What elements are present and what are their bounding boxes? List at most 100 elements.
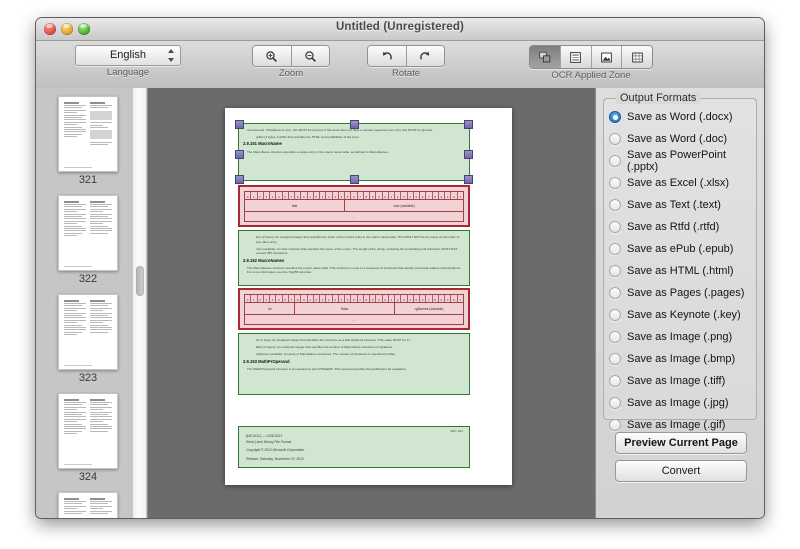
table-cell: ibst	[245, 200, 346, 211]
table-zone-1[interactable]: 01234567891012345678920123456789301 ibst…	[238, 185, 470, 227]
table-grid-icon	[631, 52, 643, 62]
doc-line: iMac (2 bytes): An unsigned integer that…	[256, 345, 394, 350]
zoom-group: Zoom	[241, 45, 341, 79]
radio-indicator[interactable]	[609, 133, 621, 145]
format-radio-10[interactable]: Save as Image (.png)	[609, 326, 752, 348]
table-cell: rgNames (variable)	[414, 306, 444, 311]
radio-indicator[interactable]	[609, 243, 621, 255]
rotate-right-button[interactable]	[405, 46, 444, 66]
rotate-group: Rotate	[356, 45, 456, 79]
page-thumbnail[interactable]	[58, 294, 118, 370]
format-radio-5[interactable]: Save as Rtfd (.rtfd)	[609, 216, 752, 238]
radio-indicator[interactable]	[609, 375, 621, 387]
resize-handle-se[interactable]	[464, 175, 473, 184]
bit-tick: 1	[459, 297, 461, 302]
format-radio-7[interactable]: Save as HTML (.html)	[609, 260, 752, 282]
list-item[interactable]: 325	[36, 492, 140, 518]
zoom-label: Zoom	[278, 68, 304, 79]
radio-indicator[interactable]	[609, 397, 621, 409]
field-row: ch iMac rgNames (variable)	[244, 302, 464, 315]
doc-line: grfhic (1 byte): A grfhic that specifies…	[256, 135, 360, 140]
page-thumbnail[interactable]	[58, 96, 118, 172]
format-radio-6[interactable]: Save as ePub (.epub)	[609, 238, 752, 260]
text-zone-3[interactable]: ch (1 byte): An unsigned integer that id…	[238, 333, 470, 395]
format-radio-3[interactable]: Save as Excel (.xlsx)	[609, 172, 752, 194]
radio-indicator[interactable]	[609, 199, 621, 211]
document-canvas[interactable]: corresponds. If fNoReset is zero, this M…	[148, 88, 595, 518]
list-item[interactable]: 321	[36, 96, 140, 186]
desktop-background: Untitled (Unregistered) English Language	[0, 0, 800, 549]
language-select[interactable]: English	[75, 45, 181, 66]
zone-select-tool[interactable]	[530, 46, 560, 68]
resize-handle-e[interactable]	[464, 150, 473, 159]
resize-handle-nw[interactable]	[235, 120, 244, 129]
format-radio-label: Save as Excel (.xlsx)	[627, 177, 730, 189]
table-cell: iMac	[295, 303, 396, 314]
overlapping-rectangles-icon	[539, 51, 551, 62]
footer-zone[interactable]: 390 / 921 [MS-DOC] — v20101113 Word (.do…	[238, 426, 470, 468]
format-radio-4[interactable]: Save as Text (.text)	[609, 194, 752, 216]
radio-indicator[interactable]	[609, 221, 621, 233]
zoom-in-button[interactable]	[253, 46, 291, 66]
document-page[interactable]: corresponds. If fNoReset is zero, this M…	[225, 108, 512, 485]
format-radio-12[interactable]: Save as Image (.tiff)	[609, 370, 752, 392]
bit-field-table: 01234567891012345678920123456789301 ch i…	[244, 294, 464, 325]
format-radio-label: Save as Word (.doc)	[627, 133, 728, 145]
page-number-label: 390 / 921	[450, 428, 463, 433]
radio-indicator[interactable]	[609, 309, 621, 321]
format-radio-13[interactable]: Save as Image (.jpg)	[609, 392, 752, 414]
radio-indicator[interactable]	[609, 419, 621, 431]
rotate-left-button[interactable]	[368, 46, 406, 66]
radio-indicator[interactable]	[609, 111, 621, 123]
list-item[interactable]: 322	[36, 195, 140, 285]
ocr-zone-label: OCR Applied Zone	[551, 70, 631, 81]
resize-handle-s[interactable]	[350, 175, 359, 184]
thumbnail-page-number: 323	[78, 372, 98, 384]
stepper-arrows-icon	[167, 49, 174, 62]
doc-line: ch (1 byte): An unsigned integer that id…	[256, 338, 411, 342]
bit-ruler: 01234567891012345678920123456789301	[244, 191, 464, 200]
format-radio-1[interactable]: Save as Word (.doc)	[609, 128, 752, 150]
doc-heading: 2.9.153 MathPrOperand	[243, 358, 290, 364]
table-zone-tool[interactable]	[621, 46, 652, 68]
output-formats-groupbox: Output Formats Save as Word (.docx) Save …	[603, 92, 757, 431]
resize-handle-w[interactable]	[235, 150, 244, 159]
radio-indicator[interactable]	[609, 287, 621, 299]
format-radio-label: Save as ePub (.epub)	[627, 243, 734, 255]
page-thumbnail[interactable]	[58, 393, 118, 469]
doc-line: The MacroNames structure specifies the m…	[247, 265, 461, 275]
radio-indicator[interactable]	[609, 155, 621, 167]
radio-indicator[interactable]	[609, 177, 621, 189]
text-zone-tool[interactable]	[559, 46, 591, 68]
convert-button[interactable]: Convert	[615, 460, 747, 482]
scrollbar-thumb[interactable]	[136, 266, 144, 296]
rotate-label: Rotate	[392, 68, 420, 79]
format-radio-11[interactable]: Save as Image (.bmp)	[609, 348, 752, 370]
page-thumbnail-sidebar[interactable]: 321 322 323 324	[36, 88, 148, 518]
radio-indicator[interactable]	[609, 331, 621, 343]
format-radio-0[interactable]: Save as Word (.docx)	[609, 106, 752, 128]
text-zone-1[interactable]: corresponds. If fNoReset is zero, this M…	[235, 120, 473, 184]
list-item[interactable]: 323	[36, 294, 140, 384]
preview-current-page-button[interactable]: Preview Current Page	[615, 432, 747, 454]
radio-indicator[interactable]	[609, 265, 621, 277]
table-zone-2[interactable]: 01234567891012345678920123456789301 ch i…	[238, 288, 470, 330]
format-radio-8[interactable]: Save as Pages (.pages)	[609, 282, 752, 304]
rotate-counterclockwise-icon	[382, 51, 392, 60]
resize-handle-ne[interactable]	[464, 120, 473, 129]
format-radio-9[interactable]: Save as Keynote (.key)	[609, 304, 752, 326]
page-thumbnail[interactable]	[58, 492, 118, 518]
resize-handle-sw[interactable]	[235, 175, 244, 184]
list-item[interactable]: 324	[36, 393, 140, 483]
vertical-scrollbar[interactable]	[132, 88, 146, 518]
window-titlebar: Untitled (Unregistered)	[36, 18, 764, 41]
resize-handle-n[interactable]	[350, 120, 359, 129]
radio-indicator[interactable]	[609, 353, 621, 365]
format-radio-2[interactable]: Save as PowerPoint (.pptx)	[609, 149, 752, 173]
text-zone-2[interactable]: ibst (2 bytes): An unsigned integer that…	[238, 230, 470, 286]
zoom-out-button[interactable]	[290, 46, 329, 66]
format-radio-label: Save as Pages (.pages)	[627, 287, 745, 299]
image-zone-tool[interactable]	[590, 46, 622, 68]
language-value: English	[109, 49, 147, 61]
page-thumbnail[interactable]	[58, 195, 118, 271]
